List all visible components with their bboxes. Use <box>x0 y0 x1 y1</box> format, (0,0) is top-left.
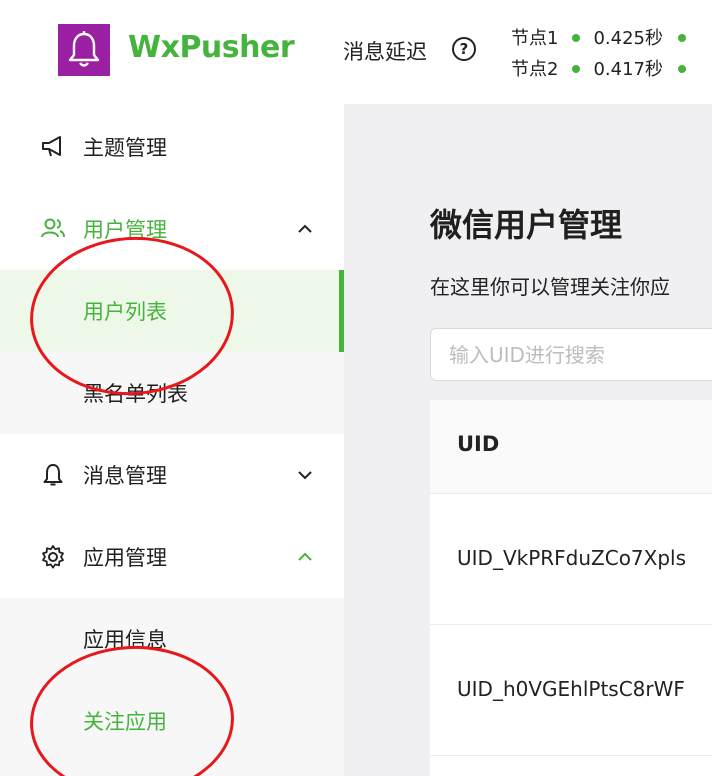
node-status-1: 节点1 0.425秒 <box>511 24 686 50</box>
sidebar-item-label: 应用信息 <box>83 628 167 652</box>
sidebar-item-user-list[interactable]: 用户列表 <box>0 270 344 352</box>
sidebar-item-topics[interactable]: 主题管理 <box>0 106 344 188</box>
sidebar-item-label: 黑名单列表 <box>83 382 188 406</box>
sidebar-item-app-info[interactable]: 应用信息 <box>0 598 344 680</box>
page-title: 微信用户管理 <box>430 206 623 244</box>
sidebar-item-label: 主题管理 <box>83 136 167 160</box>
sidebar-item-follow-app[interactable]: 关注应用 <box>0 680 344 762</box>
sidebar-item-messages[interactable]: 消息管理 <box>0 434 344 516</box>
message-delay-label: 消息延迟 <box>343 40 427 64</box>
gear-icon <box>42 545 64 569</box>
wxpusher-admin-page: WxPusher 消息延迟 ? 节点1 0.425秒 节点2 0.417秒 主题管理 <box>0 0 712 776</box>
top-header: WxPusher 消息延迟 ? 节点1 0.425秒 节点2 0.417秒 <box>0 0 712 104</box>
chevron-down-icon[interactable] <box>295 465 315 485</box>
megaphone-icon <box>42 136 61 157</box>
sidebar-item-label: 应用管理 <box>83 546 167 570</box>
bell-logo-icon <box>68 31 100 67</box>
submenu-users: 用户列表 黑名单列表 <box>0 270 344 434</box>
node-name: 节点2 <box>511 59 559 80</box>
app-logo[interactable] <box>58 24 110 76</box>
node-latency: 0.425秒 <box>593 28 663 49</box>
table-row[interactable]: UID_h0VGEhlPtsC8rWF <box>430 625 712 756</box>
question-circle-icon[interactable]: ? <box>452 37 476 61</box>
page-description: 在这里你可以管理关注你应 <box>430 275 670 299</box>
node-name: 节点1 <box>511 28 559 49</box>
app-name[interactable]: WxPusher <box>128 30 295 65</box>
sidebar-item-label: 用户管理 <box>83 218 167 242</box>
table-header: UID <box>430 400 712 494</box>
submenu-apps: 应用信息 关注应用 <box>0 598 344 776</box>
sidebar-item-users[interactable]: 用户管理 <box>0 188 344 270</box>
status-dot-icon <box>572 33 581 42</box>
chevron-up-icon[interactable] <box>295 219 315 239</box>
user-table: UID UID_VkPRFduZCo7Xpls UID_h0VGEhlPtsC8… <box>430 400 712 776</box>
uid-cell: UID_h0VGEhlPtsC8rWF <box>457 677 685 701</box>
sidebar-item-label: 关注应用 <box>83 710 167 734</box>
user-group-icon <box>41 218 65 238</box>
status-dot-icon <box>572 64 581 73</box>
sidebar-item-apps[interactable]: 应用管理 <box>0 516 344 598</box>
chevron-up-icon[interactable] <box>295 547 315 567</box>
main-content: 微信用户管理 在这里你可以管理关注你应 UID UID_VkPRFduZCo7X… <box>344 104 712 776</box>
column-header-uid: UID <box>457 432 500 456</box>
node-latency: 0.417秒 <box>593 59 663 80</box>
status-dot-icon <box>677 64 686 73</box>
uid-cell: UID_VkPRFduZCo7Xpls <box>457 546 687 570</box>
uid-search-input[interactable] <box>430 328 712 381</box>
sidebar-item-label: 消息管理 <box>83 464 167 488</box>
table-row[interactable]: UID_VkPRFduZCo7Xpls <box>430 494 712 625</box>
sidebar-item-blacklist[interactable]: 黑名单列表 <box>0 352 344 434</box>
sidebar-menu: 主题管理 用户管理 用户列表 黑名单列表 消息管理 应用管理 应用信息 关注应用 <box>0 104 344 776</box>
bell-icon <box>43 464 63 486</box>
sidebar-item-label: 用户列表 <box>83 300 167 324</box>
status-dot-icon <box>677 33 686 42</box>
node-status-2: 节点2 0.417秒 <box>511 55 686 81</box>
